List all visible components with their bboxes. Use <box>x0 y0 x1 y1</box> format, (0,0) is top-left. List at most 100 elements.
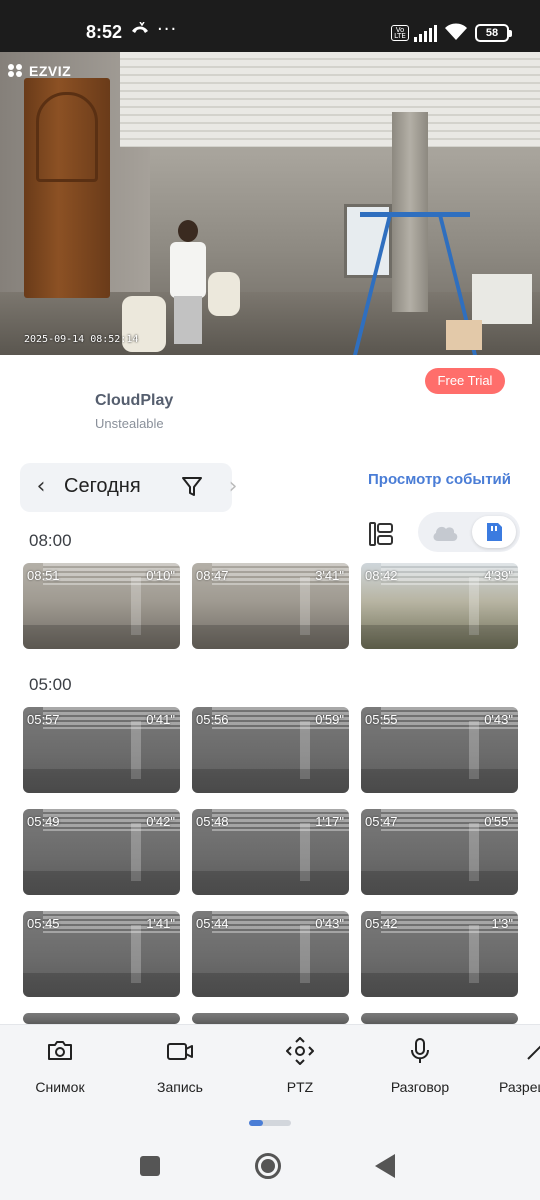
talk-label: Разговор <box>390 1079 450 1095</box>
status-time: 8:52 <box>86 22 123 42</box>
list-layout-icon[interactable] <box>367 520 395 548</box>
clip-time: 08:47 <box>196 568 229 583</box>
clip-duration: 3'41" <box>315 568 344 583</box>
ptz-icon <box>286 1037 314 1065</box>
clip-duration: 0'41" <box>146 712 175 727</box>
thumb-scene-floor <box>361 871 518 895</box>
back-button[interactable] <box>375 1154 395 1178</box>
signal-icon <box>414 24 438 42</box>
home-button[interactable] <box>255 1153 281 1179</box>
clip-thumbnail[interactable]: 05:44 0'43" <box>192 911 349 997</box>
thumb-scene-floor <box>361 625 518 649</box>
free-trial-button[interactable]: Free Trial <box>425 368 505 394</box>
clip-duration: 0'10" <box>146 568 175 583</box>
cloudplay-subtitle: Unstealable <box>95 416 164 431</box>
camera-scene-box <box>446 320 482 350</box>
camera-scene-person <box>168 220 206 350</box>
resolution-button[interactable]: Разреш <box>480 1037 540 1095</box>
thumb-scene-floor <box>192 973 349 997</box>
live-camera-view[interactable]: EZVIZ 2025-09-14 08:52:14 <box>0 52 540 355</box>
storage-toggle[interactable] <box>418 512 520 552</box>
clip-thumbnail[interactable]: 05:55 0'43" <box>361 707 518 793</box>
clip-time: 08:42 <box>365 568 398 583</box>
battery-icon: 58 <box>475 24 512 42</box>
resolution-label: Разреш <box>499 1079 540 1095</box>
clip-thumbnail[interactable]: 05:42 1'3" <box>361 911 518 997</box>
clip-duration: 1'17" <box>315 814 344 829</box>
record-button[interactable]: Запись <box>120 1037 240 1095</box>
clip-time: 05:55 <box>365 712 398 727</box>
ezviz-logo: EZVIZ <box>8 63 71 79</box>
clip-time: 05:49 <box>27 814 60 829</box>
clip-duration: 1'3" <box>491 916 513 931</box>
video-record-icon <box>166 1037 194 1065</box>
ezviz-logo-icon <box>8 64 26 78</box>
clip-thumbnail[interactable]: 05:48 1'17" <box>192 809 349 895</box>
clip-time: 05:48 <box>196 814 229 829</box>
resolution-icon <box>526 1037 540 1065</box>
clip-duration: 0'42" <box>146 814 175 829</box>
clip-thumbnail[interactable]: 08:51 0'10" <box>23 563 180 649</box>
clip-thumbnail-partial[interactable] <box>192 1013 349 1024</box>
date-selector: ‹ Сегодня › <box>20 463 237 512</box>
clip-time: 05:57 <box>27 712 60 727</box>
thumb-scene-floor <box>361 973 518 997</box>
cloud-storage-icon[interactable] <box>430 521 460 543</box>
thumb-scene-floor <box>192 871 349 895</box>
clip-duration: 4'39" <box>484 568 513 583</box>
thumb-scene-floor <box>23 625 180 649</box>
sd-card-storage-button[interactable] <box>472 516 516 548</box>
clip-thumbnail-partial[interactable] <box>23 1013 180 1024</box>
control-toolbar: Снимок Запись PTZ Разговор Разреш <box>0 1024 540 1134</box>
camera-timestamp: 2025-09-14 08:52:14 <box>24 334 139 345</box>
volte-icon: Vo LTE <box>391 25 409 41</box>
clip-thumbnail[interactable]: 05:56 0'59" <box>192 707 349 793</box>
thumb-scene-floor <box>192 769 349 793</box>
clip-time: 05:47 <box>365 814 398 829</box>
clip-thumbnail[interactable]: 05:45 1'41" <box>23 911 180 997</box>
thumb-scene-floor <box>23 973 180 997</box>
time-group-label: 05:00 <box>29 675 72 694</box>
wifi-icon <box>444 22 468 46</box>
camera-scene-table <box>472 274 532 324</box>
clip-time: 05:45 <box>27 916 60 931</box>
clip-time: 05:44 <box>196 916 229 931</box>
recents-button[interactable] <box>140 1156 160 1176</box>
filter-icon[interactable] <box>180 475 204 499</box>
clip-duration: 0'59" <box>315 712 344 727</box>
date-label[interactable]: Сегодня <box>64 475 141 498</box>
missed-call-icon <box>130 21 150 41</box>
clip-time: 08:51 <box>27 568 60 583</box>
microphone-icon <box>406 1037 434 1065</box>
camera-scene-door-panel <box>36 92 98 182</box>
clip-thumbnail[interactable]: 08:42 4'39" <box>361 563 518 649</box>
snapshot-label: Снимок <box>35 1079 85 1095</box>
cloudplay-title: CloudPlay <box>95 392 174 409</box>
record-label: Запись <box>157 1079 203 1095</box>
ptz-label: PTZ <box>286 1079 314 1095</box>
chevron-left-icon[interactable]: ‹ <box>28 473 54 501</box>
camera-icon <box>46 1037 74 1065</box>
more-notifications-icon: ··· <box>157 19 178 40</box>
ptz-button[interactable]: PTZ <box>240 1037 360 1095</box>
clip-duration: 0'55" <box>484 814 513 829</box>
clip-time: 05:56 <box>196 712 229 727</box>
clip-thumbnail[interactable]: 05:49 0'42" <box>23 809 180 895</box>
talk-button[interactable]: Разговор <box>360 1037 480 1095</box>
clip-thumbnail-partial[interactable] <box>361 1013 518 1024</box>
clip-thumbnail[interactable]: 08:47 3'41" <box>192 563 349 649</box>
toolbar-page-indicator <box>249 1120 291 1126</box>
clip-thumbnail[interactable]: 05:57 0'41" <box>23 707 180 793</box>
view-events-link[interactable]: Просмотр событий <box>368 471 511 488</box>
thumb-scene-floor <box>23 871 180 895</box>
camera-scene-ceiling <box>120 52 540 147</box>
time-group-label: 08:00 <box>29 531 72 550</box>
thumb-scene-floor <box>192 625 349 649</box>
thumb-scene-floor <box>361 769 518 793</box>
clip-duration: 1'41" <box>146 916 175 931</box>
chevron-right-icon[interactable]: › <box>220 473 246 501</box>
clip-duration: 0'43" <box>484 712 513 727</box>
clip-thumbnail[interactable]: 05:47 0'55" <box>361 809 518 895</box>
snapshot-button[interactable]: Снимок <box>0 1037 120 1095</box>
brand-name: EZVIZ <box>29 63 72 79</box>
